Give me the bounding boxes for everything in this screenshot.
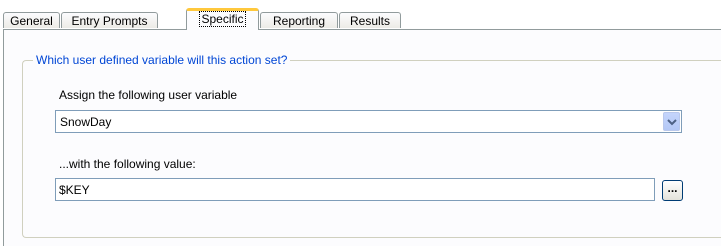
chevron-down-icon [667, 119, 677, 126]
value-input[interactable] [59, 182, 649, 197]
following-value-label: ...with the following value: [59, 157, 196, 171]
dropdown-button[interactable] [663, 112, 680, 131]
tab-results[interactable]: Results [339, 12, 401, 28]
tab-specific-label: Specific [199, 11, 246, 27]
user-variable-value: SnowDay [60, 115, 112, 129]
tab-general[interactable]: General [3, 12, 60, 28]
tab-reporting[interactable]: Reporting [260, 12, 338, 28]
tab-entry-prompts[interactable]: Entry Prompts [61, 12, 158, 28]
value-field[interactable] [55, 178, 655, 201]
tab-specific[interactable]: Specific [186, 8, 259, 30]
browse-button[interactable]: ... [662, 180, 683, 201]
user-variable-dropdown[interactable]: SnowDay [55, 110, 682, 133]
group-title: Which user defined variable will this ac… [33, 52, 291, 68]
assign-variable-label: Assign the following user variable [59, 88, 238, 102]
